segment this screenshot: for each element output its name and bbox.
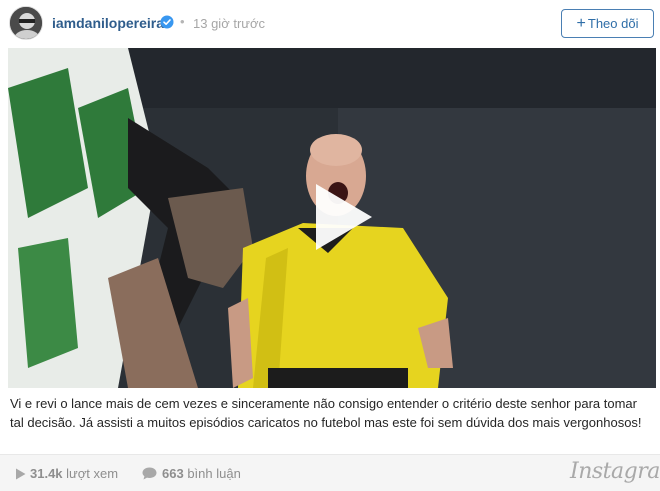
post-header: iamdanilopereira • 13 giờ trước + Theo d… [0,0,660,47]
avatar-image [10,7,42,39]
plus-icon: + [576,14,586,32]
comment-icon [142,467,157,480]
comment-count-unit: bình luận [187,466,241,481]
username[interactable]: iamdanilopereira [52,15,164,31]
follow-label: Theo dõi [587,16,639,31]
view-count: 31.4k lượt xem [30,466,118,481]
post-caption: Vi e revi o lance mais de cem vezes e si… [10,396,642,430]
view-count-unit: lượt xem [66,466,119,481]
comment-count[interactable]: 663 bình luận [162,466,241,481]
play-icon[interactable] [306,182,376,252]
comment-count-number: 663 [162,466,184,481]
post-footer: 31.4k lượt xem 663 bình luận Instagram [0,454,660,491]
verified-badge-icon [160,15,174,29]
video-player[interactable] [8,48,656,388]
follow-button[interactable]: + Theo dõi [561,9,654,38]
view-count-number: 31.4k [30,466,63,481]
avatar[interactable] [9,6,43,40]
instagram-logo[interactable]: Instagram [570,459,660,484]
play-count-icon [16,468,26,480]
separator-dot: • [180,14,185,29]
post-timestamp: 13 giờ trước [193,16,265,31]
